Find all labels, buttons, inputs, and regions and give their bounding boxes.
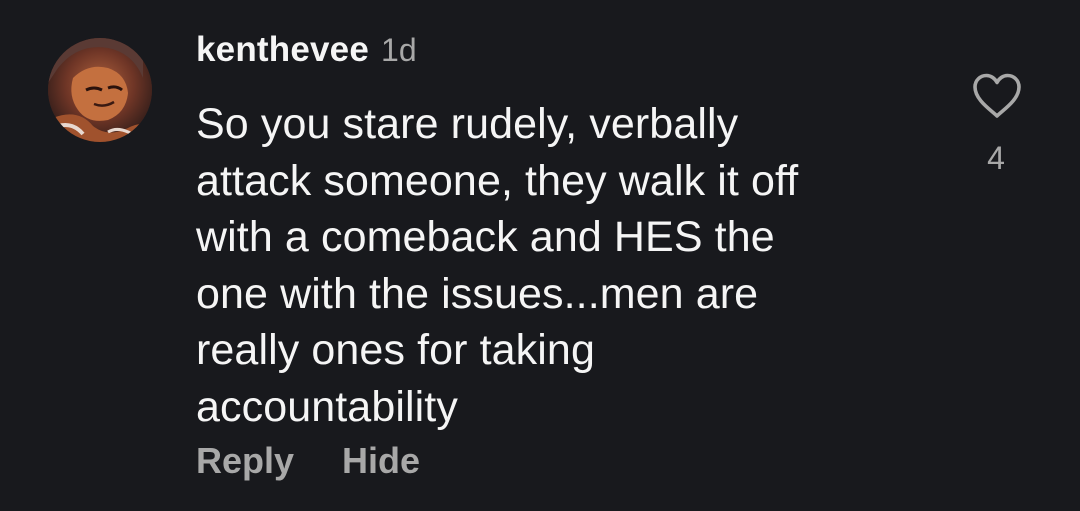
hide-button[interactable]: Hide — [342, 440, 420, 482]
timestamp: 1d — [381, 32, 417, 68]
comment-actions: Reply Hide — [196, 440, 420, 482]
comment-text-line: So you stare rudely, verbally — [196, 100, 739, 148]
username[interactable]: kenthevee — [196, 30, 369, 70]
comment-text-line: really ones for taking — [196, 326, 595, 374]
avatar-image — [48, 38, 152, 142]
comment-text: So you stare rudely, verbally attack som… — [196, 96, 916, 435]
comment-text-line: attack someone, they walk it off — [196, 156, 799, 205]
reply-button[interactable]: Reply — [196, 440, 294, 482]
like-control: 4 — [962, 72, 1030, 182]
comment-header: kenthevee 1d — [196, 30, 417, 76]
comment-text-line: accountability — [196, 382, 458, 431]
comment-text-line: with a comeback and HES the — [196, 213, 775, 261]
like-count: 4 — [987, 140, 1005, 176]
comment-item: kenthevee 1d So you stare rudely, verbal… — [0, 0, 1080, 511]
comment-text-line: one with the issues...men are — [196, 269, 759, 318]
heart-outline-icon[interactable] — [971, 72, 1023, 120]
avatar[interactable] — [48, 38, 152, 142]
